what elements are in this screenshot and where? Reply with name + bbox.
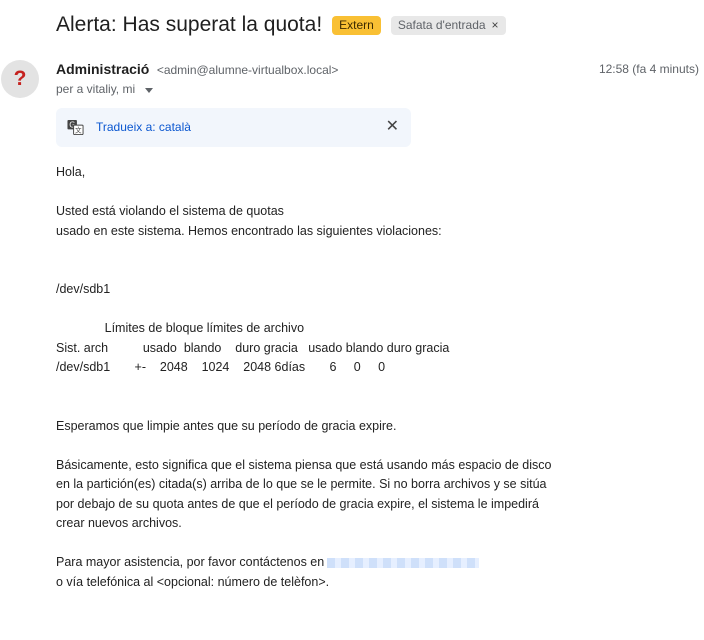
body-p3-line2: en la partición(es) citada(s) arriba de … <box>56 477 547 491</box>
email-subject-bar: Alerta: Has superat la quota! Extern Saf… <box>56 10 506 40</box>
body-p3-line1: Básicamente, esto significa que el siste… <box>56 458 552 472</box>
contact-text: Para mayor asistencia, por favor contáct… <box>56 555 325 569</box>
body-p1-line2: usado en este sistema. Hemos encontrado … <box>56 224 442 238</box>
body-p4-line1: Para mayor asistencia, por favor contáct… <box>56 553 480 573</box>
body-p1-line1: Usted está violando el sistema de quotas <box>56 204 284 218</box>
inbox-label-chip: Safata d'entrada × <box>390 15 506 35</box>
quota-table-row: /dev/sdb1 +- 2048 1024 2048 6días 6 0 0 <box>56 360 386 374</box>
sender-line: Administració <admin@alumne-virtualbox.l… <box>56 61 338 79</box>
quota-table-columns: Sist. arch usado blando duro gracia usad… <box>56 341 450 355</box>
quota-table-header: Límites de bloque límites de archivo <box>56 321 305 335</box>
unknown-sender-icon: ? <box>13 67 27 90</box>
email-timestamp: 12:58 (fa 4 minuts) <box>598 62 699 76</box>
device-line: /dev/sdb1 <box>56 282 111 296</box>
extern-badge: Extern <box>332 15 381 35</box>
remove-label-icon[interactable]: × <box>492 18 499 33</box>
translate-link[interactable]: Tradueix a: català <box>96 120 191 134</box>
avatar[interactable]: ? <box>1 60 39 98</box>
sender-name[interactable]: Administració <box>56 61 149 77</box>
body-p4-line2: o vía telefónica al <opcional: número de… <box>56 575 330 589</box>
close-translate-icon[interactable]: ✕ <box>386 119 399 135</box>
recipients-line[interactable]: per a vitaliy, mi <box>56 82 154 96</box>
greeting: Hola, <box>56 165 86 179</box>
svg-text:文: 文 <box>75 126 82 135</box>
recipients-text: per a vitaliy, mi <box>56 82 136 96</box>
show-details-chevron-icon[interactable] <box>145 87 154 93</box>
sender-email: <admin@alumne-virtualbox.local> <box>156 63 339 77</box>
body-p2: Esperamos que limpie antes que su períod… <box>56 419 397 433</box>
email-subject: Alerta: Has superat la quota! <box>56 13 323 36</box>
translate-bar: G 文 Tradueix a: català ✕ <box>56 108 411 147</box>
body-p3-line4: crear nuevos archivos. <box>56 516 182 530</box>
inbox-label-text: Safata d'entrada <box>397 17 486 32</box>
redacted-email-link[interactable] <box>327 557 480 568</box>
body-p3-line3: por debajo de su quota antes de que el p… <box>56 497 539 511</box>
translate-icon: G 文 <box>67 119 84 136</box>
